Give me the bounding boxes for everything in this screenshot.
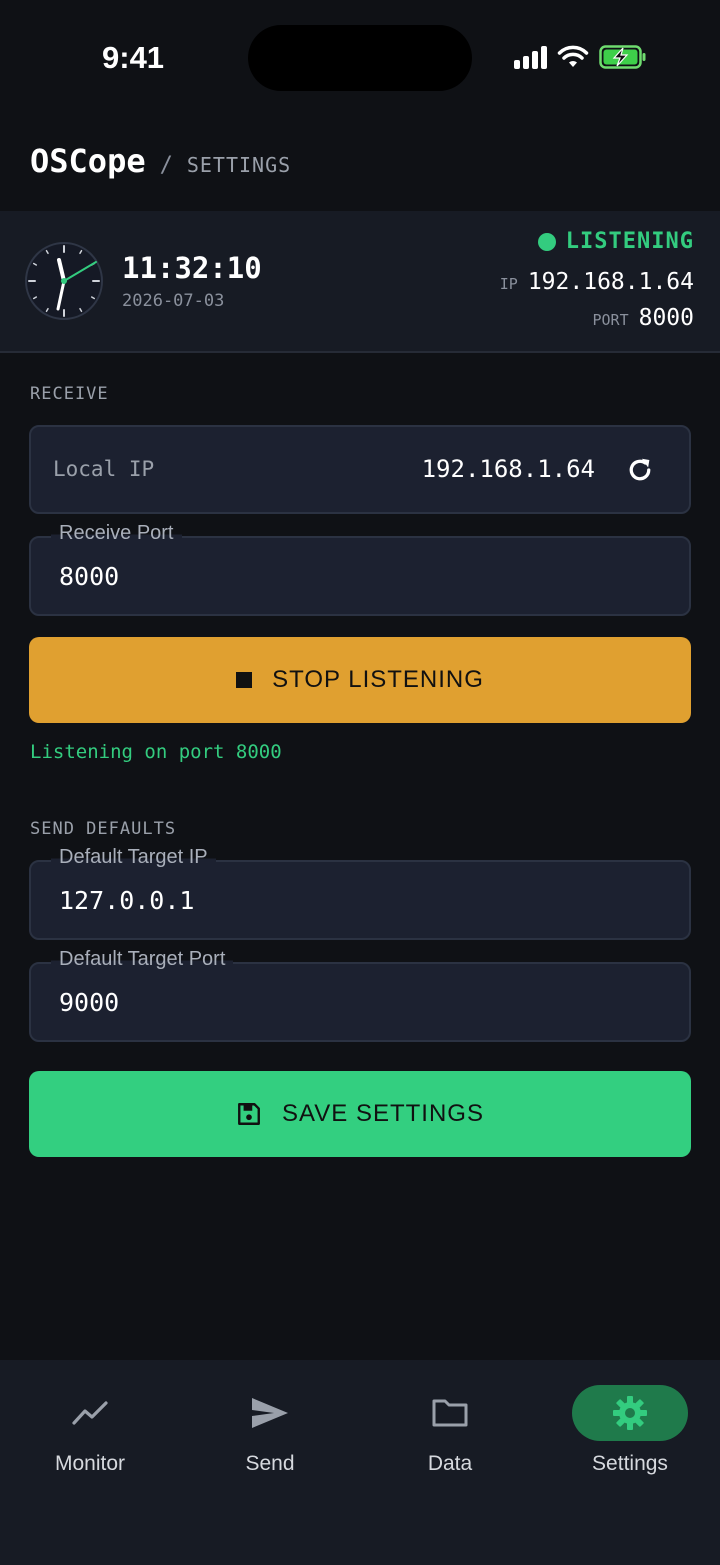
stop-icon (236, 672, 253, 688)
breadcrumb-separator: / (159, 153, 173, 178)
status-icons (514, 44, 647, 70)
connection-port: PORT 8000 (592, 305, 694, 331)
default-target-port-input[interactable]: 9000 (59, 988, 119, 1017)
status-dot-icon (537, 232, 556, 251)
save-icon (238, 1103, 260, 1125)
default-target-ip-label: Default Target IP (51, 846, 216, 869)
stop-listening-button[interactable]: STOP LISTENING (29, 637, 691, 723)
nav-label-monitor: Monitor (54, 1452, 126, 1475)
nav-label-data: Data (427, 1452, 473, 1475)
chart-line-icon (72, 1401, 108, 1425)
local-ip-field: Local IP 192.168.1.64 (29, 425, 691, 514)
nav-item-settings[interactable]: Settings (540, 1360, 720, 1500)
gear-icon (613, 1396, 647, 1430)
analog-clock-icon (25, 242, 103, 320)
dynamic-island (248, 25, 472, 91)
digital-date: 2026-07-03 (122, 291, 225, 311)
breadcrumb: SETTINGS (186, 153, 292, 177)
listening-status-message: Listening on port 8000 (30, 741, 282, 763)
receive-section-label: RECEIVE (30, 384, 109, 404)
send-defaults-section-label: SEND DEFAULTS (30, 819, 177, 839)
send-icon (252, 1398, 288, 1428)
refresh-icon[interactable] (625, 455, 655, 485)
local-ip-value: 192.168.1.64 (421, 455, 595, 483)
port-value: 8000 (638, 305, 694, 331)
nav-label-send: Send (245, 1452, 295, 1475)
connection-ip: IP 192.168.1.64 (500, 269, 694, 295)
save-settings-label: SAVE SETTINGS (282, 1100, 484, 1127)
receive-port-label: Receive Port (51, 522, 182, 545)
default-target-port-field[interactable]: Default Target Port 9000 (29, 948, 691, 1042)
nav-item-send[interactable]: Send (180, 1360, 360, 1500)
connection-status: LISTENING (537, 229, 694, 254)
digital-time: 11:32:10 (122, 251, 262, 285)
nav-item-data[interactable]: Data (360, 1360, 540, 1500)
receive-port-input[interactable]: 8000 (59, 562, 119, 591)
status-time: 9:41 (102, 40, 165, 75)
clock-panel: 11:32:10 2026-07-03 LISTENING IP 192.168… (0, 211, 720, 353)
bottom-nav: Monitor Send Data Settings (0, 1360, 720, 1565)
nav-item-monitor[interactable]: Monitor (0, 1360, 180, 1500)
local-ip-label: Local IP (53, 457, 155, 481)
stop-listening-label: STOP LISTENING (272, 666, 484, 693)
folder-icon (432, 1399, 468, 1427)
receive-port-field[interactable]: Receive Port 8000 (29, 522, 691, 616)
battery-charging-icon (599, 45, 646, 69)
connection-status-label: LISTENING (565, 229, 694, 254)
status-bar: 9:41 (0, 0, 720, 120)
nav-label-settings: Settings (592, 1452, 668, 1475)
default-target-port-label: Default Target Port (51, 948, 234, 971)
default-target-ip-field[interactable]: Default Target IP 127.0.0.1 (29, 846, 691, 940)
app-title: OSCope (30, 142, 146, 180)
port-key: PORT (592, 311, 629, 329)
default-target-ip-input[interactable]: 127.0.0.1 (59, 886, 194, 915)
ip-value: 192.168.1.64 (527, 269, 694, 295)
app-header: OSCope / SETTINGS (30, 142, 291, 180)
wifi-icon (557, 45, 589, 67)
save-settings-button[interactable]: SAVE SETTINGS (29, 1071, 691, 1157)
ip-key: IP (499, 275, 518, 293)
cellular-signal-icon (514, 45, 547, 69)
